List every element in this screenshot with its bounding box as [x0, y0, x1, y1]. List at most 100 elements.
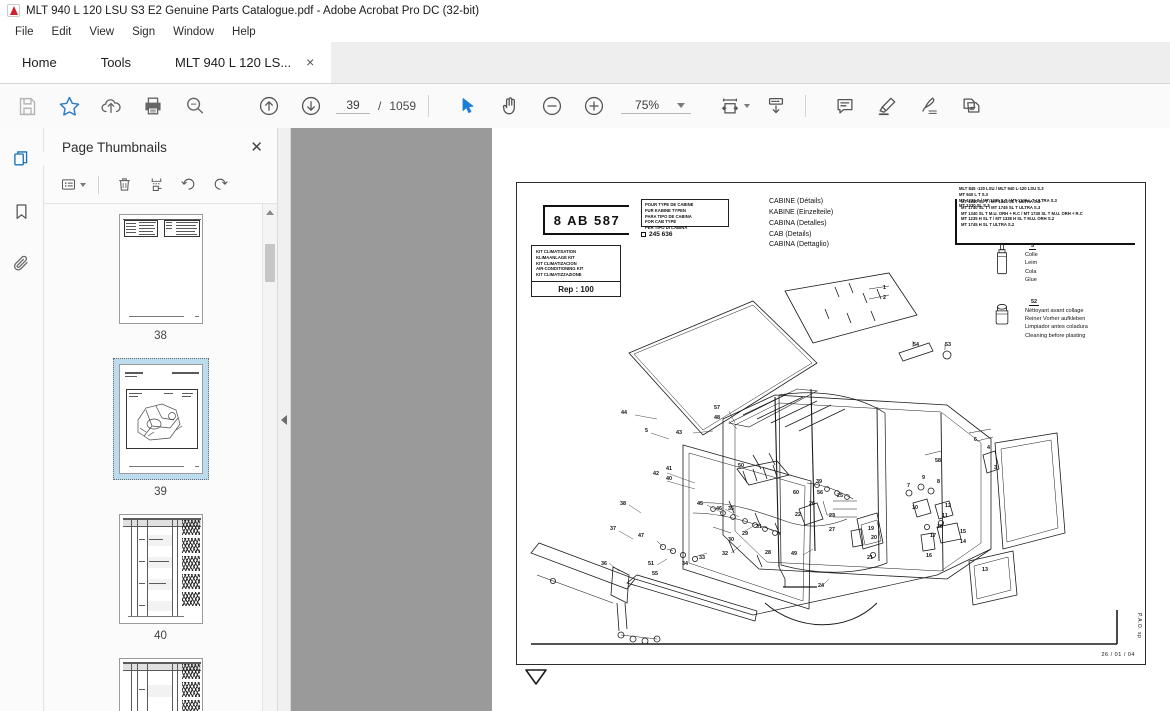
menu-view[interactable]: View — [80, 24, 123, 40]
thumbnail-options-button[interactable] — [58, 171, 88, 199]
callout-number: 13 — [982, 567, 988, 573]
chevron-down-icon[interactable] — [743, 104, 750, 108]
thumbnails-list: 38 39 40 — [44, 214, 277, 711]
producer-label: P.A.O. sp — [1136, 612, 1142, 638]
legend-line: Limpiador antes coladura — [1025, 324, 1088, 331]
menu-file[interactable]: File — [6, 24, 43, 40]
fit-width-button[interactable] — [713, 87, 755, 125]
page-total-count: 1059 — [389, 99, 417, 113]
list-item[interactable]: 38 — [118, 214, 203, 358]
legend-line: Glue — [1025, 277, 1037, 284]
page-separator: / — [378, 99, 382, 113]
cloud-upload-icon[interactable] — [90, 87, 132, 125]
thumbnail-page-number: 38 — [154, 330, 167, 342]
thumbnails-scrollbar[interactable] — [262, 204, 277, 711]
callout-number: 34 — [682, 561, 688, 567]
delete-pages-button[interactable] — [109, 171, 139, 199]
search-icon[interactable] — [174, 87, 216, 125]
drawing-date: 26 / 01 / 04 — [1101, 652, 1135, 658]
thumbnails-scroll-area[interactable]: 38 39 40 — [44, 204, 277, 711]
callout-number: 35 — [728, 506, 734, 512]
tab-home[interactable]: Home — [0, 41, 79, 83]
zoom-level-value: 75% — [635, 98, 660, 112]
thumbnail-page-41[interactable] — [118, 658, 203, 711]
previous-page-button[interactable] — [248, 87, 290, 125]
menu-sign[interactable]: Sign — [123, 24, 164, 40]
callout-number: 26 — [809, 501, 815, 507]
save-button[interactable] — [6, 87, 48, 125]
thumbnail-page-38[interactable] — [118, 214, 203, 324]
list-item[interactable]: 41 — [118, 658, 203, 711]
sign-button[interactable] — [908, 87, 950, 125]
page-direction-marker — [525, 669, 547, 685]
rail-attachments[interactable] — [6, 248, 38, 278]
callout-number: 4 — [987, 445, 990, 451]
rotate-left-button[interactable] — [173, 171, 203, 199]
tab-tools[interactable]: Tools — [78, 41, 154, 83]
rail-page-thumbnails[interactable] — [6, 144, 50, 174]
menu-help[interactable]: Help — [223, 24, 265, 40]
close-icon[interactable]: ✕ — [250, 140, 263, 155]
technical-drawing: 8 AB 587 POUR TYPE DE CABINE FUR KABINE … — [516, 182, 1146, 665]
tab-tools-label: Tools — [100, 54, 132, 70]
thumbnail-page-39[interactable] — [118, 364, 203, 474]
callout-number: 27 — [829, 527, 835, 533]
callout-number: 24 — [818, 583, 824, 589]
callout-number: 7 — [907, 483, 910, 489]
hand-tool-button[interactable] — [489, 87, 531, 125]
list-item[interactable]: 40 — [118, 514, 203, 658]
menu-window[interactable]: Window — [164, 24, 223, 40]
callout-number: 16 — [926, 553, 932, 559]
callout-number: 50 — [738, 463, 744, 469]
scrollbar-thumb[interactable] — [265, 244, 275, 282]
close-icon[interactable]: × — [303, 55, 317, 69]
tab-document[interactable]: MLT 940 L 120 LS... × — [153, 41, 332, 83]
cleaner-can-icon — [995, 303, 1009, 324]
legend-line: Reiner Vorher aufkleben — [1025, 315, 1086, 322]
callout-number: 42 — [653, 471, 659, 477]
callout-number: 11 — [942, 513, 948, 519]
comment-button[interactable] — [824, 87, 866, 125]
document-viewport[interactable]: 8 AB 587 POUR TYPE DE CABINE FUR KABINE … — [291, 128, 1170, 711]
menu-edit[interactable]: Edit — [43, 24, 81, 40]
select-tool-button[interactable] — [447, 87, 489, 125]
list-item[interactable]: 39 — [112, 358, 209, 514]
callout-number: 18 — [937, 524, 943, 530]
callout-number: 44 — [621, 410, 627, 416]
scroll-mode-button[interactable] — [755, 87, 797, 125]
callout-number: 47 — [638, 533, 644, 539]
zoom-control[interactable]: 75% — [621, 98, 692, 114]
callout-number: 49 — [791, 551, 797, 557]
callout-number: 46 — [716, 506, 722, 512]
callout-number: 5 — [645, 428, 648, 434]
highlighter-button[interactable] — [866, 87, 908, 125]
callout-number: 43 — [676, 430, 682, 436]
stamp-share-button[interactable] — [950, 87, 992, 125]
extract-pages-button[interactable] — [141, 171, 171, 199]
chevron-down-icon[interactable] — [80, 182, 86, 187]
legend-line: Colle — [1025, 252, 1038, 258]
callout-number: 41 — [666, 466, 672, 472]
star-icon[interactable] — [48, 87, 90, 125]
callout-number: 10 — [912, 505, 918, 511]
rail-bookmarks[interactable] — [6, 196, 38, 226]
zoom-in-button[interactable] — [573, 87, 615, 125]
callout-number: 29 — [742, 531, 748, 537]
legend-item: 5 Colle Leim Cola Glue — [991, 243, 1131, 285]
rotate-right-button[interactable] — [205, 171, 235, 199]
callout-number: 33 — [699, 555, 705, 561]
print-icon[interactable] — [132, 87, 174, 125]
tab-document-label: MLT 940 L 120 LS... — [175, 54, 292, 70]
next-page-button[interactable] — [290, 87, 332, 125]
legend-item: 52 Néttoyant avant collage Reiner Vorher… — [991, 299, 1131, 341]
window-title: MLT 940 L 120 LSU S3 E2 Genuine Parts Ca… — [26, 4, 480, 17]
callout-number: 23 — [829, 513, 835, 519]
zoom-out-button[interactable] — [531, 87, 573, 125]
thumbnail-page-40[interactable] — [118, 514, 203, 624]
panel-collapse-handle[interactable] — [278, 128, 291, 711]
page-number-input[interactable] — [336, 98, 370, 114]
menu-bar: File Edit View Sign Window Help — [0, 21, 1170, 42]
chevron-down-icon[interactable] — [677, 102, 686, 108]
scroll-up-button[interactable] — [263, 204, 277, 220]
panel-title: Page Thumbnails — [62, 139, 167, 155]
